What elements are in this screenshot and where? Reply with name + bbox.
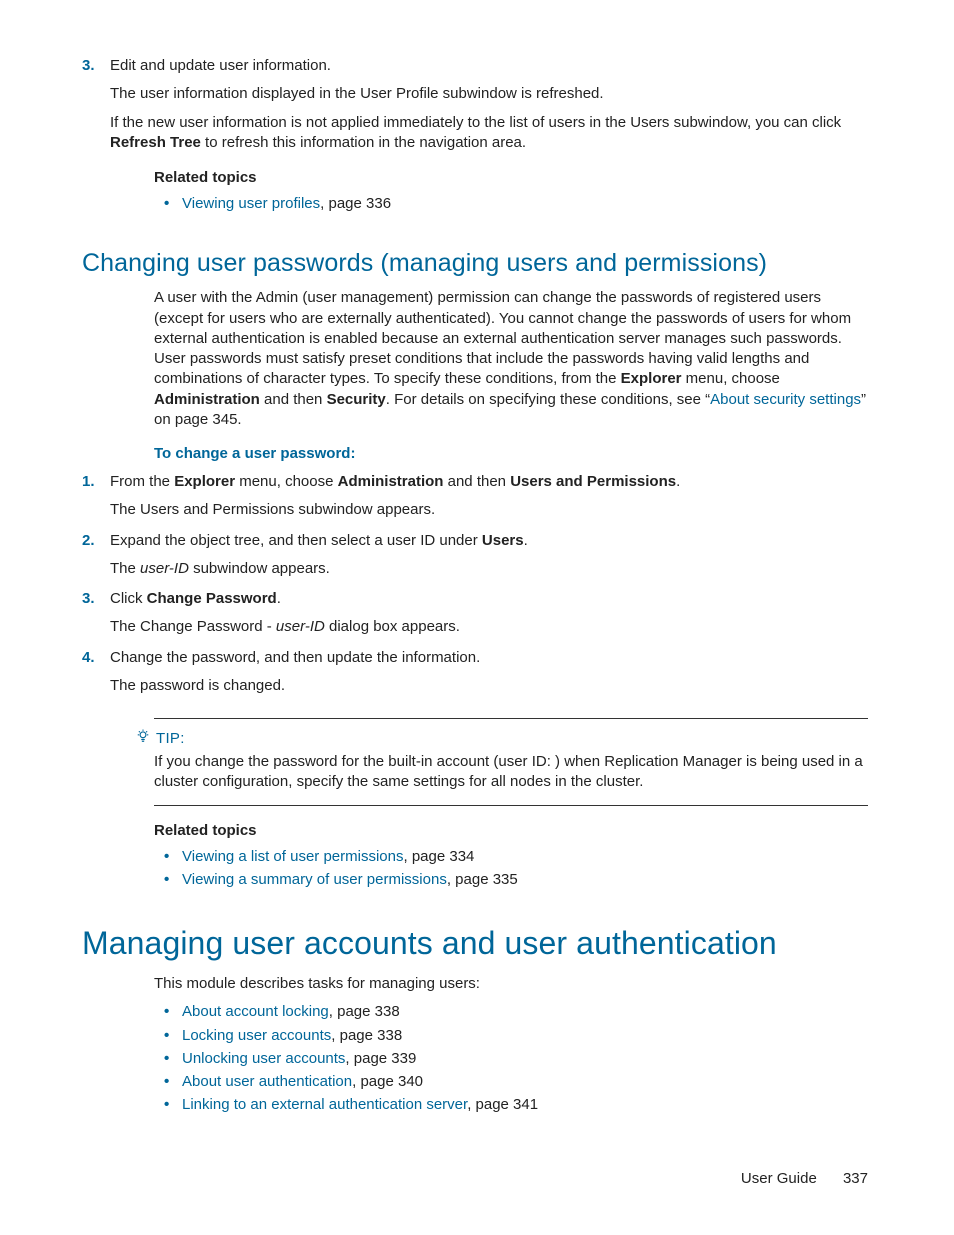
link[interactable]: Linking to an external authentication se… <box>182 1096 467 1113</box>
link-viewing-user-profiles[interactable]: Viewing user profiles <box>182 195 320 212</box>
text-bold: Administration <box>154 391 260 408</box>
text-fragment: The Change Password - <box>110 618 276 635</box>
step-result: The Change Password - user-ID dialog box… <box>110 617 868 637</box>
section-heading-changing-passwords: Changing user passwords (managing users … <box>82 249 868 278</box>
list-item: Unlocking user accounts, page 339 <box>154 1047 868 1070</box>
chapter-intro: This module describes tasks for managing… <box>154 974 868 994</box>
text-fragment: menu, choose <box>235 473 338 490</box>
related-topics-heading: Related topics <box>154 169 868 186</box>
step-result: The Users and Permissions subwindow appe… <box>110 500 868 520</box>
procedure-step: 2. Expand the object tree, and then selec… <box>82 531 868 580</box>
text-fragment: Click <box>110 590 147 607</box>
section-paragraph: A user with the Admin (user management) … <box>154 288 868 430</box>
text-bold: Explorer <box>174 473 235 490</box>
list-item: About user authentication, page 340 <box>154 1070 868 1093</box>
text-italic: user-ID <box>276 618 325 635</box>
page-number: 337 <box>843 1170 868 1187</box>
text-fragment: If the new user information is not appli… <box>110 114 841 131</box>
procedure-step: 3.Click Change Password.The Change Passw… <box>82 589 868 638</box>
procedure-step: 4. Change the password, and then update t… <box>82 648 868 697</box>
related-topics-list: Viewing user profiles, page 336 <box>154 192 868 215</box>
link-about-security-settings[interactable]: About security settings <box>710 391 861 408</box>
text-fragment: subwindow appears. <box>189 560 330 577</box>
text-fragment: . <box>676 473 680 490</box>
text-bold: Refresh Tree <box>110 134 201 151</box>
procedure-heading: To change a user password: <box>154 445 868 462</box>
step-3: 3. Edit and update user information. The… <box>82 56 868 153</box>
text-bold: Change Password <box>147 590 277 607</box>
text-fragment: Expand the object tree, and then select … <box>110 532 482 549</box>
footer-label: User Guide <box>741 1170 817 1187</box>
step-text: Edit and update user information. <box>110 56 868 76</box>
step-list-top: 3. Edit and update user information. The… <box>82 56 868 153</box>
procedure-step-list: 1. From the Explorer menu, choose Adminis… <box>82 472 868 696</box>
text-bold: Administration <box>338 473 444 490</box>
tip-label: TIP: <box>156 730 185 747</box>
step-text: The user information displayed in the Us… <box>110 84 868 104</box>
tip-label-row: TIP: <box>136 729 868 748</box>
step-text: Change the password, and then update the… <box>110 648 868 668</box>
list-item: Viewing user profiles, page 336 <box>154 192 868 215</box>
procedure-step: 1. From the Explorer menu, choose Adminis… <box>82 472 868 521</box>
text-bold: Users <box>482 532 524 549</box>
text-suffix: , page 341 <box>467 1096 538 1113</box>
list-item: Locking user accounts, page 338 <box>154 1024 868 1047</box>
text-suffix: , page 336 <box>320 195 391 212</box>
text-fragment: . <box>277 590 281 607</box>
tip-box: TIP: If you change the password for the … <box>154 718 868 806</box>
list-item: Viewing a summary of user permissions, p… <box>154 868 868 891</box>
link[interactable]: Viewing a summary of user permissions <box>182 871 447 888</box>
link[interactable]: Unlocking user accounts <box>182 1050 345 1067</box>
text-fragment: to refresh this information in the navig… <box>201 134 526 151</box>
text-fragment: and then <box>260 391 327 408</box>
link[interactable]: About user authentication <box>182 1073 352 1090</box>
step-number: 3. <box>82 589 95 609</box>
link[interactable]: About account locking <box>182 1003 329 1020</box>
text-fragment: The <box>110 560 140 577</box>
step-number: 3. <box>82 56 95 76</box>
step-text: Expand the object tree, and then select … <box>110 531 868 551</box>
link[interactable]: Viewing a list of user permissions <box>182 848 403 865</box>
related-topics-heading: Related topics <box>154 822 868 839</box>
chapter-heading-managing-user-accounts: Managing user accounts and user authenti… <box>82 925 868 962</box>
related-topics-list: Viewing a list of user permissions, page… <box>154 845 868 892</box>
step-result: The user-ID subwindow appears. <box>110 559 868 579</box>
step-number: 2. <box>82 531 95 551</box>
chapter-topics-list: About account locking, page 338Locking u… <box>154 1000 868 1116</box>
list-item: About account locking, page 338 <box>154 1000 868 1023</box>
text-bold: Explorer <box>621 370 682 387</box>
text-suffix: , page 335 <box>447 871 518 888</box>
step-text: Click Change Password. <box>110 589 868 609</box>
tip-text: If you change the password for the built… <box>154 752 868 793</box>
text-fragment: and then <box>443 473 510 490</box>
step-number: 1. <box>82 472 95 492</box>
text-fragment: . For details on specifying these condit… <box>386 391 710 408</box>
list-item: Linking to an external authentication se… <box>154 1093 868 1116</box>
lightbulb-icon <box>136 729 150 748</box>
link[interactable]: Locking user accounts <box>182 1027 331 1044</box>
text-fragment: dialog box appears. <box>325 618 460 635</box>
list-item: Viewing a list of user permissions, page… <box>154 845 868 868</box>
text-bold: Security <box>327 391 386 408</box>
step-number: 4. <box>82 648 95 668</box>
text-suffix: , page 338 <box>331 1027 402 1044</box>
text-fragment: From the <box>110 473 174 490</box>
text-suffix: , page 334 <box>403 848 474 865</box>
step-text: If the new user information is not appli… <box>110 113 868 154</box>
text-suffix: , page 339 <box>345 1050 416 1067</box>
page-footer: User Guide 337 <box>741 1170 868 1187</box>
step-text: From the Explorer menu, choose Administr… <box>110 472 868 492</box>
text-italic: user-ID <box>140 560 189 577</box>
text-suffix: , page 338 <box>329 1003 400 1020</box>
text-fragment: menu, choose <box>682 370 780 387</box>
text-fragment: . <box>524 532 528 549</box>
text-suffix: , page 340 <box>352 1073 423 1090</box>
text-fragment: Change the password, and then update the… <box>110 649 480 666</box>
step-result: The password is changed. <box>110 676 868 696</box>
text-bold: Users and Permissions <box>510 473 676 490</box>
